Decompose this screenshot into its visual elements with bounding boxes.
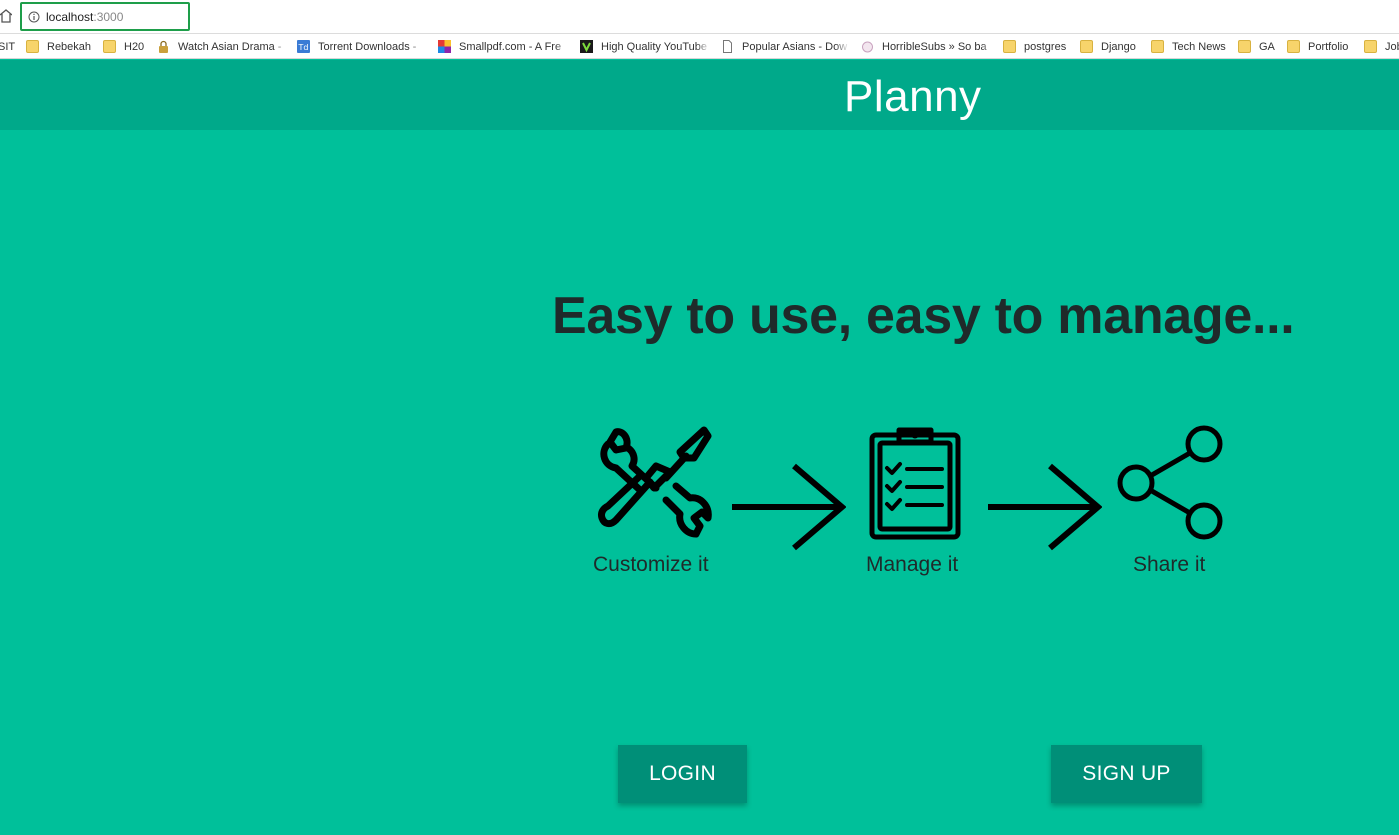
folder-icon — [103, 40, 116, 53]
step-label-share: Share it — [1133, 553, 1206, 576]
signup-button[interactable]: SIGN UP — [1051, 745, 1202, 803]
url-text: localhost:3000 — [46, 10, 123, 24]
bookmarks-bar: SIT Rebekah H20 Watch Asian Drama - Td T… — [0, 34, 1399, 59]
browser-address-bar: localhost:3000 — [0, 0, 1399, 34]
bookmark-rebekah[interactable]: Rebekah — [26, 38, 96, 55]
bookmark-label: Tech News — [1172, 40, 1226, 53]
app-title[interactable]: Planny — [844, 72, 982, 122]
bookmark-label: postgres — [1024, 40, 1067, 53]
app-header: Planny — [0, 60, 1399, 130]
bookmark-label: Watch Asian Drama - — [178, 40, 282, 53]
arrow-right-icon — [732, 463, 846, 551]
bookmark-ga[interactable]: GA — [1238, 38, 1280, 55]
info-icon[interactable] — [28, 11, 40, 23]
bookmark-tech-news[interactable]: Tech News — [1151, 38, 1229, 55]
page-icon — [723, 40, 732, 53]
folder-icon — [1003, 40, 1016, 53]
bookmark-h20[interactable]: H20 — [103, 38, 151, 55]
step-label-manage: Manage it — [866, 553, 959, 576]
v-icon — [580, 40, 593, 53]
bookmark-label: High Quality YouTube — [601, 40, 707, 53]
bookmark-django[interactable]: Django — [1080, 38, 1142, 55]
clipboard-checklist-icon — [869, 427, 961, 540]
bookmark-label: GA — [1259, 40, 1275, 53]
bookmark-label: Portfolio — [1308, 40, 1349, 53]
arrow-right-icon — [988, 463, 1102, 551]
bookmark-label: SIT — [0, 40, 16, 53]
lock-icon — [159, 40, 168, 53]
bookmark-label: Torrent Downloads - — [318, 40, 417, 53]
bookmark-label: H20 — [124, 40, 145, 53]
folder-icon — [1238, 40, 1251, 53]
bookmark-label: Django — [1101, 40, 1136, 53]
share-icon — [1117, 425, 1223, 540]
bookmark-label: Job — [1385, 40, 1399, 53]
folder-icon — [1080, 40, 1093, 53]
bookmark-job[interactable]: Job — [1364, 38, 1399, 55]
td-icon: Td — [297, 40, 310, 53]
login-button[interactable]: LOGIN — [618, 745, 747, 803]
url-input[interactable]: localhost:3000 — [20, 2, 190, 31]
smallpdf-icon — [438, 40, 451, 53]
bookmark-torrent-downloads[interactable]: Td Torrent Downloads - — [297, 38, 423, 55]
folder-icon — [1364, 40, 1377, 53]
bookmark-postgres[interactable]: postgres — [1003, 38, 1073, 55]
bookmark-popular-asians[interactable]: Popular Asians - Dow — [721, 38, 849, 55]
bookmark-label: Rebekah — [47, 40, 92, 53]
page-tagline: Easy to use, easy to manage... — [552, 287, 1295, 345]
hs-icon — [862, 41, 873, 53]
bookmark-high-quality-youtube[interactable]: High Quality YouTube — [580, 38, 710, 55]
bookmark-label: HorribleSubs » So ba — [882, 40, 987, 53]
folder-icon — [1287, 40, 1300, 53]
url-host: localhost — [46, 10, 94, 24]
url-port: :3000 — [93, 10, 124, 24]
folder-icon — [26, 40, 39, 53]
bookmark-label: Smallpdf.com - A Fre — [459, 40, 562, 53]
bookmark-smallpdf[interactable]: Smallpdf.com - A Fre — [438, 38, 569, 55]
bookmark-watch-asian-drama[interactable]: Watch Asian Drama - — [157, 38, 287, 55]
svg-text:Td: Td — [298, 43, 309, 52]
bookmark-sit[interactable]: SIT — [0, 38, 18, 55]
home-icon[interactable] — [0, 9, 12, 23]
bookmark-horriblesubs[interactable]: HorribleSubs » So ba — [861, 38, 995, 55]
bookmark-label: Popular Asians - Dow — [742, 40, 848, 53]
tools-icon — [598, 426, 712, 538]
folder-icon — [1151, 40, 1164, 53]
bookmark-portfolio[interactable]: Portfolio — [1287, 38, 1357, 55]
step-label-customize: Customize it — [593, 553, 709, 576]
